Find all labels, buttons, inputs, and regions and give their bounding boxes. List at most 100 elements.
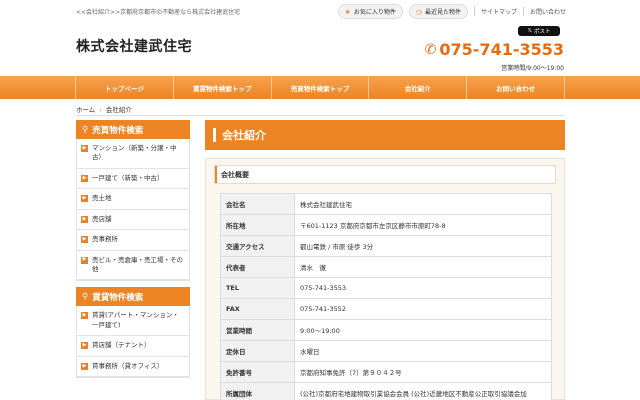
row-value: 叡山電鉄 / 市原 徒歩 3分 <box>294 235 552 257</box>
row-label: 交通アクセス <box>220 235 295 257</box>
x-icon: 𝕏 <box>527 28 532 34</box>
phone-text: 075-741-3553 <box>439 40 564 59</box>
rent-search-title: 賃貸物件検索 <box>92 292 144 303</box>
sidebar-item-mansion[interactable]: ▶ マンション（新築・分譲・中古） <box>77 139 189 169</box>
nav-contact[interactable]: お問い合わせ <box>467 76 565 99</box>
main-content: 会社紹介 会社概要 会社名 株式会社建武住宅 所在地 〒601-1123 京都府京都市… <box>205 120 565 400</box>
sale-search-title: 売買物件検索 <box>92 125 144 136</box>
row-value: 9:00～19:00 <box>294 319 552 341</box>
top-bar: <<会社紹介>>京都府京都市の不動産なら株式会社建武住宅 ★ お気に入り物件 ◷… <box>0 0 640 22</box>
row-value: 075-741-3552 <box>294 298 552 320</box>
row-label: 会社名 <box>220 193 295 215</box>
arrow-right-icon: ▶ <box>81 144 88 152</box>
search-icon: ⚲ <box>82 291 89 302</box>
page-title: 会社紹介 <box>222 129 266 142</box>
sidebar: ⚲ 売買物件検索 ▶ マンション（新築・分譲・中古） ▶ 一戸建て（新築・中古） ▶… <box>76 120 190 379</box>
top-links: ★ お気に入り物件 ◷ 最近見た物件 サイトマップ お問い合わせ <box>337 4 566 19</box>
sidebar-item-land[interactable]: ▶ 売土地 <box>77 189 189 210</box>
phone-icon: ✆ <box>424 41 437 58</box>
table-row: 免許番号 京都府知事免許（7）第９０４２号 <box>220 361 552 383</box>
sidebar-item-label: 賃貸(アパート・マンション・一戸建て) <box>92 311 179 329</box>
sidebar-item-shop[interactable]: ▶ 売店舗 <box>77 210 189 231</box>
breadcrumb-current: 会社紹介 <box>105 106 132 114</box>
row-label: 所在地 <box>220 214 295 236</box>
nav-top[interactable]: トップページ <box>75 76 174 99</box>
table-row: 営業時間 9:00～19:00 <box>220 319 552 341</box>
row-value: (公社)京都府宅地建物取引業協会会員 (公社)近畿地区不動産公正取引協議会加 <box>294 382 552 400</box>
row-value: 京都府知事免許（7）第９０４２号 <box>294 361 552 383</box>
row-value: 075-741-3553 <box>294 277 552 299</box>
recent-button[interactable]: ◷ 最近見た物件 <box>408 4 468 19</box>
sidebar-item-rent-shop[interactable]: ▶ 賃店舗（テナント） <box>77 336 189 357</box>
sidebar-item-office[interactable]: ▶ 売事務所 <box>77 230 189 251</box>
arrow-right-icon: ▶ <box>81 195 88 203</box>
table-row: TEL 075-741-3553 <box>220 277 552 299</box>
sidebar-item-building[interactable]: ▶ 売ビル・売倉庫・売工場・その他 <box>77 251 189 281</box>
row-value: 水曜日 <box>294 340 552 362</box>
arrow-right-icon: ▶ <box>81 362 88 370</box>
clock-icon: ◷ <box>415 7 422 16</box>
arrow-right-icon: ▶ <box>81 235 88 244</box>
phone-number[interactable]: ✆ 075-741-3553 <box>425 40 564 59</box>
star-icon: ★ <box>344 7 351 16</box>
contact-link[interactable]: お問い合わせ <box>522 7 566 16</box>
arrow-right-icon: ▶ <box>81 342 88 350</box>
sale-search-list: ▶ マンション（新築・分譲・中古） ▶ 一戸建て（新築・中古） ▶ 売土地 ▶ 売店舗 … <box>76 139 190 282</box>
row-label: 定休日 <box>220 340 295 362</box>
arrow-right-icon: ▶ <box>81 215 88 223</box>
sidebar-item-label: 売土地 <box>92 194 112 203</box>
table-row: 会社名 株式会社建武住宅 <box>220 193 552 215</box>
arrow-right-icon: ▶ <box>81 174 88 182</box>
section-title: 会社概要 <box>214 165 556 184</box>
favorites-button[interactable]: ★ お気に入り物件 <box>337 4 403 19</box>
nav-company[interactable]: 会社紹介 <box>369 76 468 99</box>
business-hours: 営業時間/9:00～19:00 <box>501 65 564 72</box>
sidebar-item-label: 賃店舗（テナント） <box>92 341 151 350</box>
site-tagline: <<会社紹介>>京都府京都市の不動産なら株式会社建武住宅 <box>76 9 241 16</box>
page-heading: 会社紹介 <box>205 120 565 150</box>
row-label: 免許番号 <box>220 361 295 383</box>
breadcrumb-separator: › <box>99 106 102 114</box>
arrow-right-icon: ▶ <box>81 312 88 320</box>
favorites-label: お気に入り物件 <box>353 9 396 16</box>
recent-label: 最近見た物件 <box>424 9 461 16</box>
company-overview-section: 会社概要 会社名 株式会社建武住宅 所在地 〒601-1123 京都府京都市左京区静市… <box>205 158 565 400</box>
sitemap-link[interactable]: サイトマップ <box>473 7 517 16</box>
sidebar-item-label: 一戸建て（新築・中古） <box>92 173 164 182</box>
row-label: FAX <box>220 298 295 320</box>
rent-search-heading: ⚲ 賃貸物件検索 <box>76 287 190 307</box>
sidebar-item-rent-residence[interactable]: ▶ 賃貸(アパート・マンション・一戸建て) <box>77 306 189 337</box>
breadcrumb-home[interactable]: ホーム <box>76 106 95 114</box>
sidebar-item-label: マンション（新築・分譲・中古） <box>92 144 177 162</box>
sidebar-item-label: 売事務所 <box>92 235 118 244</box>
table-row: 所在地 〒601-1123 京都府京都市左京区静市市原町78-8 <box>220 214 552 236</box>
sale-search-heading: ⚲ 売買物件検索 <box>76 120 190 139</box>
sidebar-item-house[interactable]: ▶ 一戸建て（新築・中古） <box>77 169 189 190</box>
search-icon: ⚲ <box>82 124 89 135</box>
row-label: 代表者 <box>220 256 295 278</box>
global-nav: トップページ 賃貸物件検索トップ 売買物件検索トップ 会社紹介 お問い合わせ <box>0 76 640 99</box>
tweet-button[interactable]: 𝕏 ポスト <box>518 26 560 36</box>
tweet-label: ポスト <box>533 29 551 35</box>
sidebar-item-label: 売店舗 <box>92 214 112 223</box>
sidebar-item-rent-office[interactable]: ▶ 賃事務所（貸オフィス） <box>77 357 189 378</box>
row-value: 清水 徹 <box>294 256 552 278</box>
sidebar-item-label: 賃事務所（貸オフィス） <box>92 361 164 370</box>
company-logo[interactable]: 株式会社建武住宅 <box>76 36 192 56</box>
row-value: 株式会社建武住宅 <box>294 193 552 215</box>
sidebar-item-label: 売ビル・売倉庫・売工場・その他 <box>92 255 183 273</box>
table-row: 交通アクセス 叡山電鉄 / 市原 徒歩 3分 <box>220 235 552 257</box>
rent-search-list: ▶ 賃貸(アパート・マンション・一戸建て) ▶ 賃店舗（テナント） ▶ 賃事務所（貸オ… <box>76 306 190 379</box>
table-row: 定休日 水曜日 <box>220 340 552 362</box>
nav-sale-search[interactable]: 売買物件検索トップ <box>272 76 370 99</box>
row-label: 所属団体 <box>220 382 295 400</box>
arrow-right-icon: ▶ <box>81 256 88 264</box>
table-row: 代表者 清水 徹 <box>220 256 552 278</box>
row-label: TEL <box>220 277 295 299</box>
heading-accent-bar <box>213 128 216 142</box>
row-label: 営業時間 <box>220 319 295 341</box>
nav-rent-search[interactable]: 賃貸物件検索トップ <box>174 76 272 99</box>
breadcrumb-divider <box>76 115 565 116</box>
table-row: FAX 075-741-3552 <box>220 298 552 320</box>
row-value: 〒601-1123 京都府京都市左京区静市市原町78-8 <box>294 214 552 236</box>
